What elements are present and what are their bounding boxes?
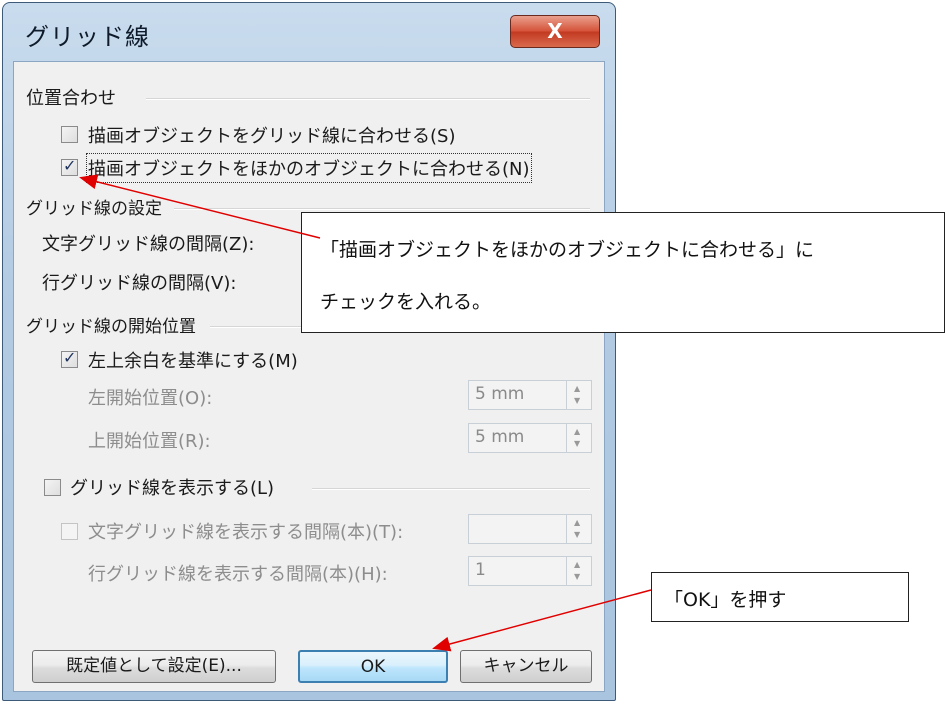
arrow-to-ok-button bbox=[432, 589, 652, 652]
arrow-to-snap-checkbox bbox=[79, 174, 321, 239]
annotation-arrows bbox=[79, 174, 652, 652]
